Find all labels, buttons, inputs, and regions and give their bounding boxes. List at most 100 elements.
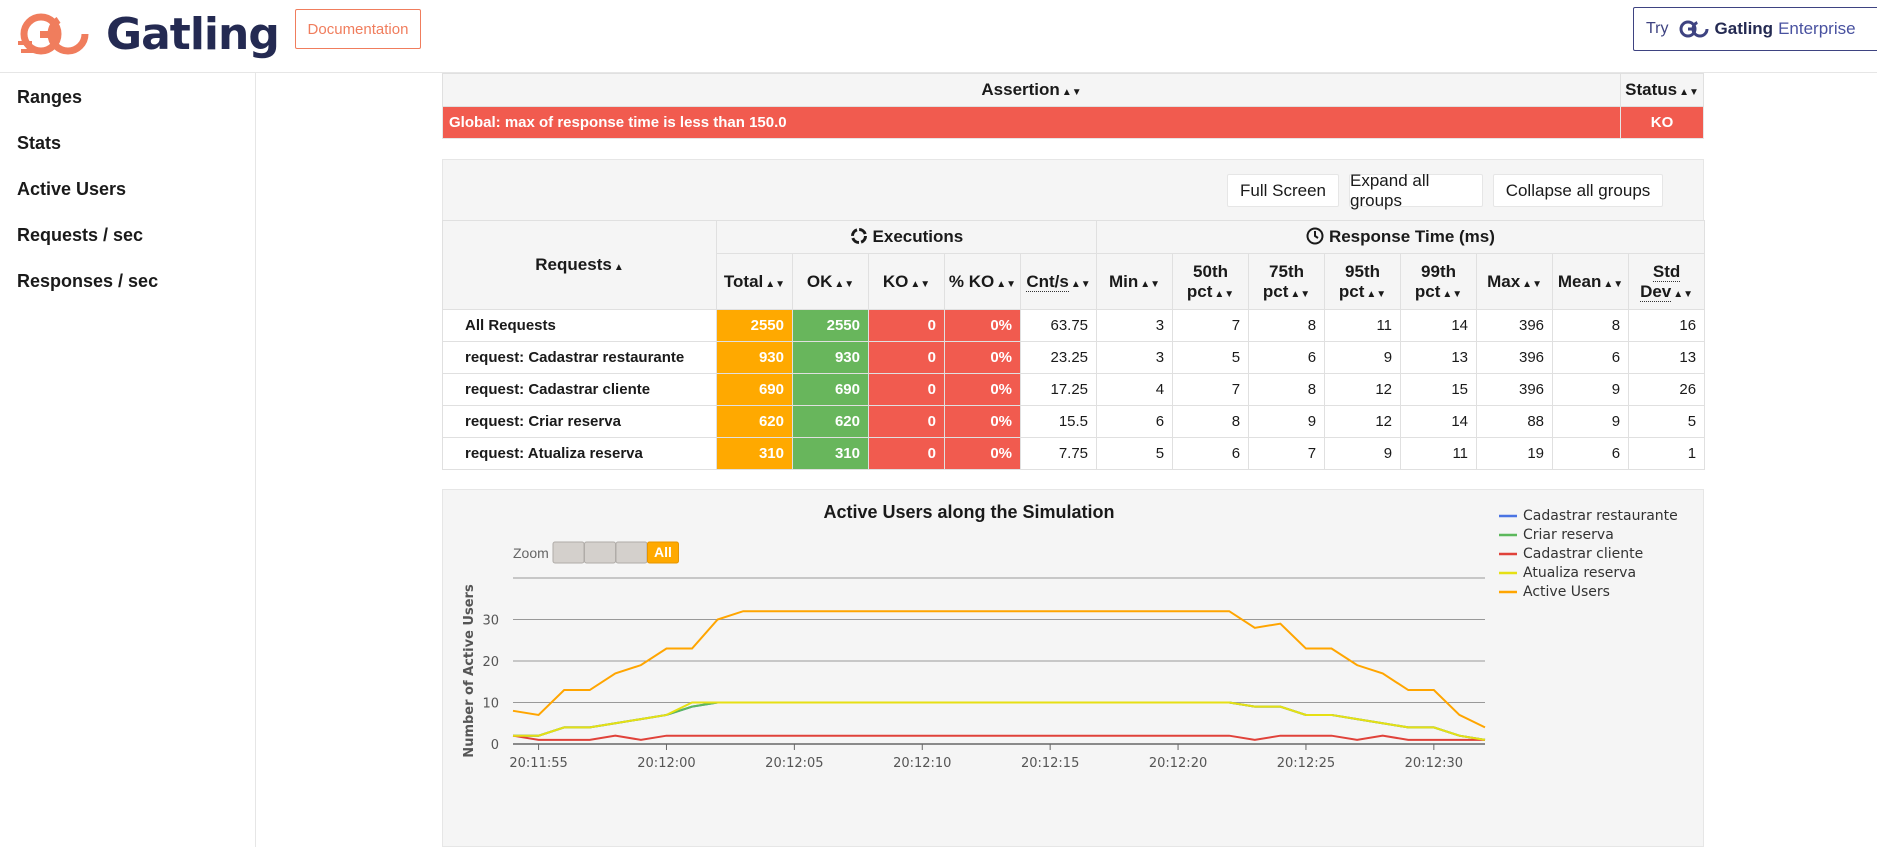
cell-ok: 690 bbox=[792, 373, 869, 406]
col-std-label-a: Std bbox=[1652, 261, 1681, 282]
col-ok-label: OK bbox=[806, 271, 833, 291]
col-min[interactable]: Min ▲▼ bbox=[1096, 253, 1174, 310]
cell-ko: 0 bbox=[868, 405, 945, 438]
stats-table-body: All Requests 2550 2550 0 0% 63.75 3 7 8 11 14 396 8 1… bbox=[442, 309, 1706, 470]
cell-max: 396 bbox=[1476, 309, 1554, 342]
stats-panel: Full Screen Expand all groups Collapse a… bbox=[442, 159, 1706, 470]
col-p50[interactable]: 50th pct ▲▼ bbox=[1172, 253, 1250, 310]
sort-icon: ▲▼ bbox=[1290, 288, 1311, 300]
x-tick-label: 20:12:00 bbox=[637, 756, 695, 771]
table-row: request: Criar reserva 620 620 0 0% 15.5 6 8 9 12… bbox=[442, 405, 1706, 438]
series-line-cadastrar-cliente bbox=[512, 734, 1485, 741]
series-line-criar-reserva bbox=[513, 701, 1486, 741]
status-header-label: Status bbox=[1625, 80, 1678, 99]
col-max-label: Max bbox=[1487, 271, 1521, 291]
col-max[interactable]: Max ▲▼ bbox=[1476, 253, 1554, 310]
zoom-button[interactable] bbox=[552, 541, 585, 564]
sidebar-item-ranges[interactable]: Ranges bbox=[17, 87, 82, 108]
table-row: request: Cadastrar restaurante 930 930 0 0% 2… bbox=[442, 341, 1706, 374]
chart-title: Active Users along the Simulation bbox=[823, 502, 1114, 522]
col-total[interactable]: Total ▲▼ bbox=[716, 253, 793, 310]
cell-max: 88 bbox=[1476, 405, 1554, 438]
col-p95[interactable]: 95th pct ▲▼ bbox=[1324, 253, 1402, 310]
executions-icon bbox=[850, 228, 867, 244]
sort-icon: ▲▼ bbox=[1522, 278, 1542, 290]
cell-cnt-s: 7.75 bbox=[1019, 437, 1098, 470]
cell-p95: 9 bbox=[1324, 437, 1402, 470]
legend-item[interactable]: Criar reserva bbox=[1523, 527, 1614, 543]
sidebar-item-active-users[interactable]: Active Users bbox=[17, 179, 126, 200]
request-name: request: Criar reserva bbox=[442, 405, 717, 438]
cell-p95: 9 bbox=[1324, 341, 1402, 374]
sort-icon: ▲▼ bbox=[1673, 288, 1694, 300]
cell-p99: 14 bbox=[1400, 309, 1478, 342]
cell-p75: 8 bbox=[1248, 309, 1326, 342]
col-ko[interactable]: KO ▲▼ bbox=[868, 253, 945, 310]
zoom-button-label: All bbox=[654, 544, 672, 560]
sidebar: Ranges Stats Active Users Requests / sec… bbox=[0, 73, 256, 847]
assertion-header-label: Assertion bbox=[981, 80, 1060, 99]
collapse-all-groups-button[interactable]: Collapse all groups bbox=[1493, 174, 1663, 207]
main-content: Assertion ▲▼ Status ▲▼ Global: max of resp… bbox=[256, 73, 1877, 847]
zoom-label: Zoom bbox=[513, 545, 549, 561]
sort-icon: ▲▼ bbox=[1214, 288, 1235, 300]
clock-icon bbox=[1306, 227, 1324, 245]
sort-icon: ▲▼ bbox=[996, 278, 1017, 290]
cell-p99: 15 bbox=[1400, 373, 1478, 406]
full-screen-button[interactable]: Full Screen bbox=[1227, 174, 1339, 207]
sort-icon: ▲▼ bbox=[834, 278, 855, 290]
cell-ko: 0 bbox=[868, 341, 945, 374]
request-name: request: Cadastrar cliente bbox=[442, 373, 717, 406]
try-enterprise-button[interactable]: Try Gatling Enterprise bbox=[1633, 7, 1877, 51]
legend-item[interactable]: Atualiza reserva bbox=[1523, 565, 1636, 581]
legend-item[interactable]: Active Users bbox=[1523, 584, 1610, 600]
cell-p95: 12 bbox=[1324, 405, 1402, 438]
legend-item[interactable]: Cadastrar restaurante bbox=[1523, 508, 1678, 524]
col-mean[interactable]: Mean ▲▼ bbox=[1552, 253, 1630, 310]
cell-p50: 6 bbox=[1172, 437, 1250, 470]
cell-p50: 7 bbox=[1172, 373, 1250, 406]
cell-ok: 930 bbox=[792, 341, 869, 374]
cell-max: 19 bbox=[1476, 437, 1554, 470]
zoom-button[interactable] bbox=[584, 541, 616, 564]
x-tick-label: 20:12:15 bbox=[1021, 756, 1079, 771]
sort-asc-icon: ▲ bbox=[613, 262, 624, 273]
cell-std: 5 bbox=[1628, 405, 1706, 438]
col-std-dev[interactable]: Std Dev ▲▼ bbox=[1628, 253, 1706, 310]
cell-p99: 14 bbox=[1400, 405, 1478, 438]
sort-icon: ▲▼ bbox=[910, 278, 931, 290]
zoom-button[interactable] bbox=[615, 541, 648, 564]
active-users-chart-svg: Active Users along the Simulation Zoom All… bbox=[462, 502, 1678, 771]
col-pct-ko[interactable]: % KO ▲▼ bbox=[944, 253, 1021, 310]
cell-mean: 6 bbox=[1552, 341, 1630, 374]
documentation-button[interactable]: Documentation bbox=[295, 9, 421, 49]
logo-text: Gatling bbox=[106, 8, 280, 60]
cell-std: 16 bbox=[1628, 309, 1706, 342]
requests-header-label: Requests bbox=[535, 255, 612, 274]
sidebar-item-stats[interactable]: Stats bbox=[17, 133, 61, 154]
y-tick-label: 20 bbox=[482, 655, 499, 670]
cell-ko: 0 bbox=[868, 309, 945, 342]
sidebar-item-requests-sec[interactable]: Requests / sec bbox=[17, 225, 143, 246]
x-tick-label: 20:12:05 bbox=[765, 756, 823, 771]
cell-std: 13 bbox=[1628, 341, 1706, 374]
cell-p75: 9 bbox=[1248, 405, 1326, 438]
col-cnt-s[interactable]: Cnt/s ▲▼ bbox=[1019, 253, 1098, 310]
cell-p95: 11 bbox=[1324, 309, 1402, 342]
cell-p75: 6 bbox=[1248, 341, 1326, 374]
sidebar-item-responses-sec[interactable]: Responses / sec bbox=[17, 271, 158, 292]
legend-item[interactable]: Cadastrar cliente bbox=[1523, 546, 1643, 562]
enterprise-label: Enterprise bbox=[1778, 19, 1856, 38]
assertion-header[interactable]: Assertion ▲▼ bbox=[441, 73, 1622, 107]
assertion-text: Global: max of response time is less tha… bbox=[441, 106, 1622, 139]
expand-all-groups-button[interactable]: Expand all groups bbox=[1349, 171, 1483, 210]
col-p95-label-b: pct bbox=[1338, 281, 1365, 301]
requests-header[interactable]: Requests ▲ bbox=[442, 220, 717, 310]
gatling-logo[interactable]: Gatling bbox=[18, 6, 280, 62]
col-min-label: Min bbox=[1108, 271, 1139, 291]
status-header[interactable]: Status ▲▼ bbox=[1620, 73, 1704, 107]
col-p75[interactable]: 75th pct ▲▼ bbox=[1248, 253, 1326, 310]
y-axis-label: Number of Active Users bbox=[462, 584, 477, 758]
col-p99[interactable]: 99th pct ▲▼ bbox=[1400, 253, 1478, 310]
col-ok[interactable]: OK ▲▼ bbox=[792, 253, 869, 310]
